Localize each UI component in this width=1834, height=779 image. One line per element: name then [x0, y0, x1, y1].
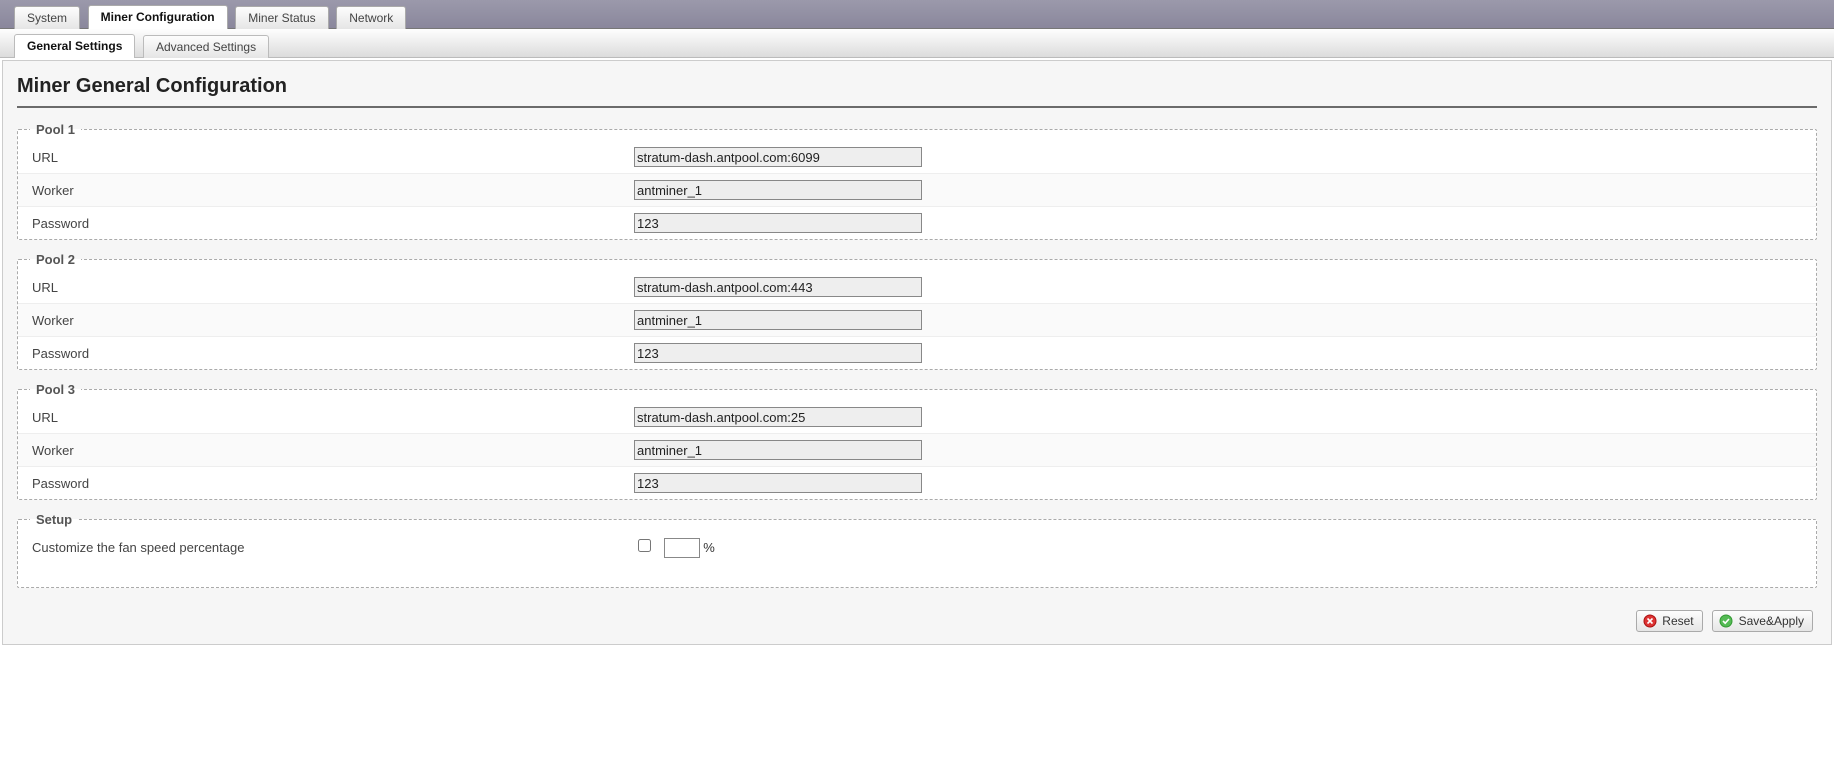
legend-pool-1: Pool 1 [30, 122, 81, 137]
row-pool1-worker: Worker [18, 173, 1816, 206]
save-apply-button-label: Save&Apply [1739, 614, 1804, 628]
label-url: URL [18, 150, 632, 165]
input-pool2-url[interactable] [634, 277, 922, 297]
row-pool1-url: URL [18, 141, 1816, 173]
page-title: Miner General Configuration [17, 75, 1817, 98]
input-fan-speed[interactable] [664, 538, 700, 558]
checkbox-fan-speed[interactable] [638, 539, 651, 552]
input-pool1-worker[interactable] [634, 180, 922, 200]
action-bar: Reset Save&Apply [17, 600, 1817, 636]
fieldset-pool-3: Pool 3 URL Worker Password [17, 382, 1817, 500]
page-body: Miner General Configuration Pool 1 URL W… [2, 60, 1832, 645]
legend-setup: Setup [30, 512, 78, 527]
row-fan-speed: Customize the fan speed percentage % [18, 531, 1816, 563]
input-pool3-url[interactable] [634, 407, 922, 427]
input-pool2-worker[interactable] [634, 310, 922, 330]
tab-miner-configuration[interactable]: Miner Configuration [88, 5, 228, 29]
label-password: Password [18, 476, 632, 491]
label-url: URL [18, 280, 632, 295]
row-pool2-worker: Worker [18, 303, 1816, 336]
row-pool3-url: URL [18, 401, 1816, 433]
row-pool2-password: Password [18, 336, 1816, 369]
title-separator [17, 106, 1817, 108]
reset-button[interactable]: Reset [1636, 610, 1703, 632]
tab-advanced-settings[interactable]: Advanced Settings [143, 35, 269, 58]
tab-miner-status[interactable]: Miner Status [235, 6, 328, 29]
label-worker: Worker [18, 313, 632, 328]
tab-system[interactable]: System [14, 6, 80, 29]
input-pool1-url[interactable] [634, 147, 922, 167]
row-pool3-worker: Worker [18, 433, 1816, 466]
cancel-icon [1643, 614, 1657, 628]
fieldset-setup: Setup Customize the fan speed percentage… [17, 512, 1817, 588]
label-url: URL [18, 410, 632, 425]
tab-network[interactable]: Network [336, 6, 406, 29]
row-pool1-password: Password [18, 206, 1816, 239]
save-apply-button[interactable]: Save&Apply [1712, 610, 1813, 632]
reset-button-label: Reset [1662, 614, 1693, 628]
label-password: Password [18, 216, 632, 231]
label-password: Password [18, 346, 632, 361]
fieldset-pool-2: Pool 2 URL Worker Password [17, 252, 1817, 370]
input-pool3-password[interactable] [634, 473, 922, 493]
label-worker: Worker [18, 443, 632, 458]
input-pool1-password[interactable] [634, 213, 922, 233]
legend-pool-3: Pool 3 [30, 382, 81, 397]
label-percent: % [703, 540, 715, 555]
label-fan-speed: Customize the fan speed percentage [18, 540, 632, 555]
label-worker: Worker [18, 183, 632, 198]
row-pool2-url: URL [18, 271, 1816, 303]
primary-tabs: System Miner Configuration Miner Status … [0, 0, 1834, 29]
input-pool2-password[interactable] [634, 343, 922, 363]
legend-pool-2: Pool 2 [30, 252, 81, 267]
row-pool3-password: Password [18, 466, 1816, 499]
secondary-tabs: General Settings Advanced Settings [0, 29, 1834, 58]
fieldset-pool-1: Pool 1 URL Worker Password [17, 122, 1817, 240]
tab-general-settings[interactable]: General Settings [14, 34, 135, 58]
input-pool3-worker[interactable] [634, 440, 922, 460]
check-icon [1719, 614, 1733, 628]
